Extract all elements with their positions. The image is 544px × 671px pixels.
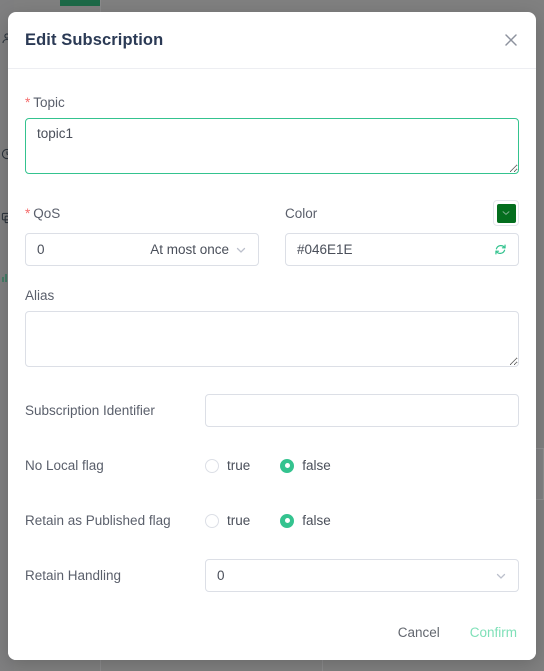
refresh-icon[interactable] (494, 243, 507, 256)
alias-label: Alias (25, 288, 55, 303)
close-icon[interactable] (499, 28, 523, 52)
retain-handling-value: 0 (217, 568, 225, 583)
retain-handling-label: Retain Handling (25, 568, 122, 583)
confirm-button[interactable]: Confirm (468, 621, 519, 644)
retain-as-published-flag-control: true false (205, 513, 519, 528)
retain-as-published-flag-row: Retain as Published flag true false (25, 504, 519, 537)
retain-handling-select[interactable]: 0 (205, 559, 519, 592)
subscription-identifier-row: Subscription Identifier (25, 394, 519, 427)
retain-as-published-flag-label: Retain as Published flag (25, 513, 171, 528)
qos-label-text: QoS (33, 205, 61, 221)
background-active-tab-indicator (60, 0, 100, 6)
radio-mark (205, 513, 219, 528)
edit-subscription-dialog: Edit Subscription *Topic *QoS 0 At (8, 12, 536, 660)
radio-mark-selected (280, 513, 295, 528)
no-local-flag-label: No Local flag (25, 458, 104, 473)
cancel-button[interactable]: Cancel (396, 621, 442, 644)
qos-select[interactable]: 0 At most once (25, 233, 259, 266)
color-field: Color #046E1E (285, 200, 519, 266)
qos-description: At most once (150, 242, 229, 257)
chevron-down-icon (495, 570, 507, 582)
qos-header: * QoS (25, 201, 259, 225)
no-local-flag-radio-false[interactable]: false (280, 458, 331, 473)
qos-color-row: * QoS 0 At most once Color #046E1E (25, 200, 519, 266)
color-input[interactable]: #046E1E (285, 233, 519, 266)
qos-field: * QoS 0 At most once (25, 201, 259, 266)
no-local-flag-false-label: false (302, 458, 331, 473)
retain-as-published-flag-radio-true[interactable]: true (205, 513, 250, 528)
retain-handling-row: Retain Handling 0 (25, 559, 519, 592)
qos-value: 0 (37, 242, 45, 257)
no-local-flag-true-label: true (227, 458, 251, 473)
chevron-down-icon (235, 244, 247, 256)
alias-input[interactable] (25, 311, 519, 367)
subscription-identifier-control (205, 394, 519, 427)
topic-input[interactable] (25, 118, 519, 174)
dialog-footer: Cancel Confirm (8, 605, 536, 660)
no-local-flag-row: No Local flag true false (25, 449, 519, 482)
radio-mark-selected (280, 458, 295, 473)
retain-as-published-flag-radio-false[interactable]: false (280, 513, 331, 528)
retain-as-published-flag-true-label: true (227, 513, 251, 528)
chevron-down-icon (502, 210, 510, 215)
retain-handling-control: 0 (205, 559, 519, 592)
retain-as-published-flag-false-label: false (302, 513, 331, 528)
topic-label-text: Topic (33, 95, 65, 110)
color-swatch-button[interactable] (493, 200, 519, 226)
no-local-flag-radio-true[interactable]: true (205, 458, 250, 473)
radio-mark (205, 458, 219, 473)
subscription-identifier-input[interactable] (205, 394, 519, 427)
qos-label: * QoS (25, 206, 60, 221)
retain-as-published-flag-radio-group: true false (205, 513, 519, 528)
color-label: Color (285, 205, 318, 221)
alias-field: Alias (25, 288, 519, 372)
no-local-flag-radio-group: true false (205, 458, 519, 473)
topic-required-marker: * (25, 95, 31, 110)
qos-required-marker: * (25, 205, 31, 221)
color-value: #046E1E (297, 242, 353, 257)
color-header: Color (285, 200, 519, 226)
dialog-body: *Topic *QoS 0 At most once (8, 69, 536, 605)
dialog-title: Edit Subscription (25, 30, 164, 49)
subscription-identifier-label: Subscription Identifier (25, 403, 155, 418)
no-local-flag-control: true false (205, 458, 519, 473)
color-swatch (496, 203, 516, 223)
dialog-header: Edit Subscription (8, 12, 536, 69)
topic-label: * Topic (25, 95, 519, 110)
